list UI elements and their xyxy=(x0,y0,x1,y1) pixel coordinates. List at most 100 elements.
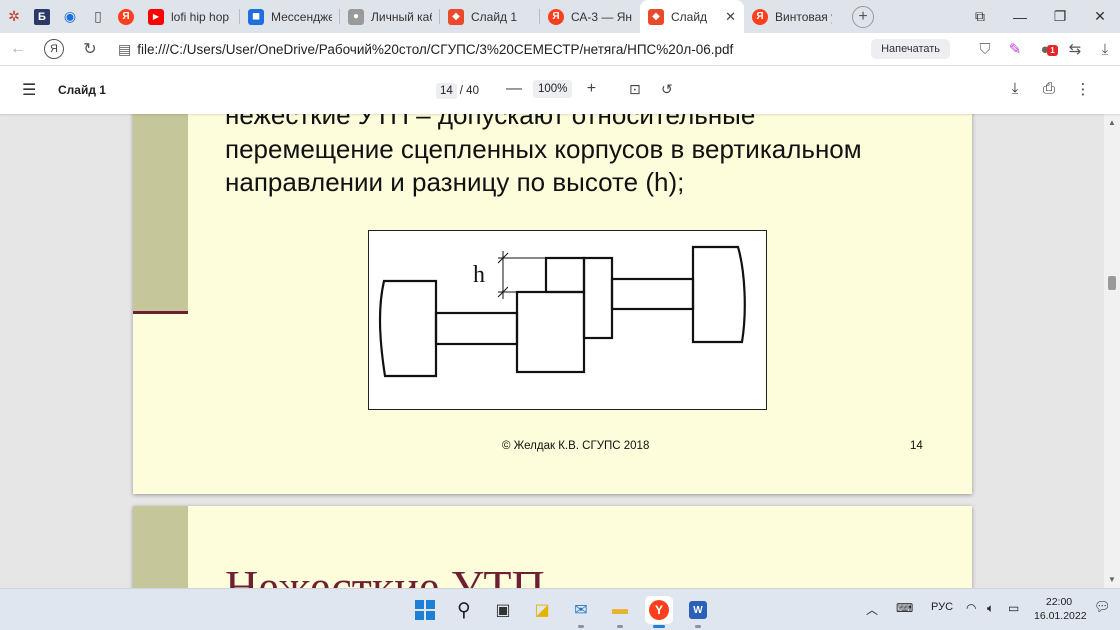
pinned-tab-b[interactable]: Б xyxy=(28,0,56,33)
address-bar: ← Я ↻ ▤ file:///C:/Users/User/OneDrive/Р… xyxy=(0,33,1120,66)
yandex-browser-app[interactable]: Y xyxy=(645,596,673,628)
tab-title: Личный каб xyxy=(371,9,432,24)
notifications-button[interactable]: ● 1 xyxy=(1030,41,1060,58)
more-options-icon[interactable]: ⋮ xyxy=(1066,80,1100,98)
tab-vintovaya[interactable]: Я Винтовая у xyxy=(744,0,840,33)
globe-icon: ◉ xyxy=(63,8,77,24)
scroll-up-icon[interactable]: ▲ xyxy=(1108,118,1116,127)
vertical-scrollbar[interactable]: ▲ ▼ xyxy=(1104,114,1120,588)
zoom-out-button[interactable]: — xyxy=(505,80,523,98)
pinned-tab-globe[interactable]: ◉ xyxy=(56,0,84,33)
pinned-tab-page[interactable]: ▯ xyxy=(84,0,112,33)
pen-icon[interactable]: ✎ xyxy=(1000,40,1030,58)
print-page-button[interactable]: Напечатать xyxy=(871,39,950,59)
pinned-tab-yandex[interactable]: Я xyxy=(112,0,140,33)
back-button[interactable]: ← xyxy=(0,40,36,58)
download-icon[interactable]: ⤓ xyxy=(1090,41,1120,58)
tab-slide-1-active[interactable]: ◆ Слайд 1 ✕ xyxy=(640,0,744,33)
b-letter-icon: Б xyxy=(34,8,50,25)
new-tab-button[interactable]: + xyxy=(852,5,874,28)
slide-text-cut: нежесткие УТП – допускают относительные xyxy=(225,114,756,130)
coupling-figure: h xyxy=(368,230,767,410)
mail-app[interactable]: ✉ xyxy=(567,596,595,628)
dimension-label-h: h xyxy=(473,262,485,288)
tabs-overview-icon[interactable]: ⧉ xyxy=(960,8,1000,25)
slide-page-number: 14 xyxy=(910,440,923,452)
yandex-badge-icon[interactable]: Я xyxy=(44,39,64,59)
shield-icon[interactable]: ⛉ xyxy=(970,41,1000,58)
menu-icon[interactable]: ☰ xyxy=(22,80,40,100)
right-car-body xyxy=(691,245,746,344)
pdf-icon: ◆ xyxy=(648,8,664,25)
tab-personal-account[interactable]: ● Личный каб xyxy=(340,0,440,33)
slide-text-line-1: перемещение сцепленных корпусов в вертик… xyxy=(225,134,862,164)
task-view-button[interactable]: ▣ xyxy=(489,596,517,624)
download-icon[interactable]: ⤓ xyxy=(998,80,1032,98)
search-button[interactable]: ⚲ xyxy=(450,596,478,624)
windows-taskbar: ⚲ ▣ ◪ ✉ ▬ Y W ︿ ⌨ РУС ◠ 🔈︎ ▭ 22:00 16.01… xyxy=(0,588,1120,630)
current-page-input[interactable]: 14 xyxy=(436,83,457,99)
document-title: Слайд 1 xyxy=(58,83,106,97)
zoom-input[interactable]: 100% xyxy=(533,80,573,98)
keyboard-icon[interactable]: ⌨ xyxy=(896,601,913,615)
system-clock[interactable]: 22:00 16.01.2022 xyxy=(1034,595,1087,623)
tab-title: СА-3 — Янд xyxy=(571,9,632,24)
word-app[interactable]: W xyxy=(684,596,712,628)
tab-title: Мессендже xyxy=(271,9,332,24)
upper-coupler-head-left xyxy=(544,256,586,294)
extensions-icon[interactable]: ⇆ xyxy=(1060,40,1090,58)
tab-lofi[interactable]: ▶ lofi hip hop xyxy=(140,0,240,33)
right-coupler-shank xyxy=(610,277,695,311)
page-indicator: 14 / 40 xyxy=(436,83,479,99)
yandex-icon: Я xyxy=(752,8,768,25)
restore-icon[interactable]: ❐ xyxy=(1040,8,1080,25)
lower-coupler-head xyxy=(515,290,586,374)
pdf-viewer-area[interactable]: нежесткие УТП – допускают относительные … xyxy=(0,114,1104,588)
tab-messenger[interactable]: ◼ Мессендже xyxy=(240,0,340,33)
puzzle-icon: ✲ xyxy=(8,8,20,24)
search-icon: ⚲ xyxy=(457,599,471,621)
notification-center-icon[interactable]: 💬︎ xyxy=(1094,599,1111,615)
language-indicator[interactable]: РУС xyxy=(931,601,953,613)
plus-icon: + xyxy=(858,7,868,25)
volume-icon[interactable]: 🔈︎ xyxy=(987,601,994,616)
close-window-icon[interactable]: ✕ xyxy=(1080,8,1120,25)
minimize-icon[interactable]: — xyxy=(1000,9,1040,25)
tab-title: lofi hip hop xyxy=(171,9,230,24)
close-icon[interactable]: ✕ xyxy=(725,9,736,25)
url-field[interactable]: file:///C:/Users/User/OneDrive/Рабочий%2… xyxy=(137,42,871,57)
pinned-tab-puzzle[interactable]: ✲ xyxy=(0,0,28,33)
tab-title: Винтовая у xyxy=(775,9,832,24)
tab-title: Слайд 1 xyxy=(671,9,709,24)
reload-button[interactable]: ↻ xyxy=(72,39,108,59)
print-icon[interactable]: ⎙ xyxy=(1032,80,1066,98)
zoom-in-button[interactable]: + xyxy=(582,80,600,98)
zoom-controls: — 100% + xyxy=(505,80,600,98)
tab-sa3[interactable]: Я СА-3 — Янд xyxy=(540,0,640,33)
youtube-icon: ▶ xyxy=(148,8,164,25)
left-car-body xyxy=(378,279,438,378)
coupling-diagram: h xyxy=(378,245,746,378)
start-button[interactable] xyxy=(411,596,439,624)
window-controls: ⧉ — ❐ ✕ xyxy=(960,0,1120,33)
battery-icon[interactable]: ▭ xyxy=(1008,601,1019,615)
task-view-icon: ▣ xyxy=(495,602,511,619)
tray-overflow-icon[interactable]: ︿ xyxy=(866,601,878,618)
widgets-button[interactable]: ◪ xyxy=(528,596,556,624)
windows-logo-icon xyxy=(415,600,435,620)
scroll-down-icon[interactable]: ▼ xyxy=(1108,575,1116,584)
wifi-icon[interactable]: ◠ xyxy=(966,601,976,615)
slide-page-15: Нежесткие УТП xyxy=(133,506,972,588)
scrollbar-thumb[interactable] xyxy=(1108,276,1116,290)
mail-icon: ✉ xyxy=(574,602,588,619)
fit-page-icon[interactable]: ⊡ xyxy=(629,81,641,98)
rotate-icon[interactable]: ↺ xyxy=(661,81,673,98)
word-icon: W xyxy=(689,601,707,619)
tab-slide-1[interactable]: ◆ Слайд 1 xyxy=(440,0,540,33)
slide-text-line-2: направлении и разницу по высоте (h); xyxy=(225,167,685,197)
pdf-icon: ◆ xyxy=(448,8,464,25)
slide-accent-bar xyxy=(133,506,188,588)
explorer-app[interactable]: ▬ xyxy=(606,596,634,628)
yandex-icon: Я xyxy=(548,8,564,25)
yandex-browser-icon: Y xyxy=(649,600,669,620)
